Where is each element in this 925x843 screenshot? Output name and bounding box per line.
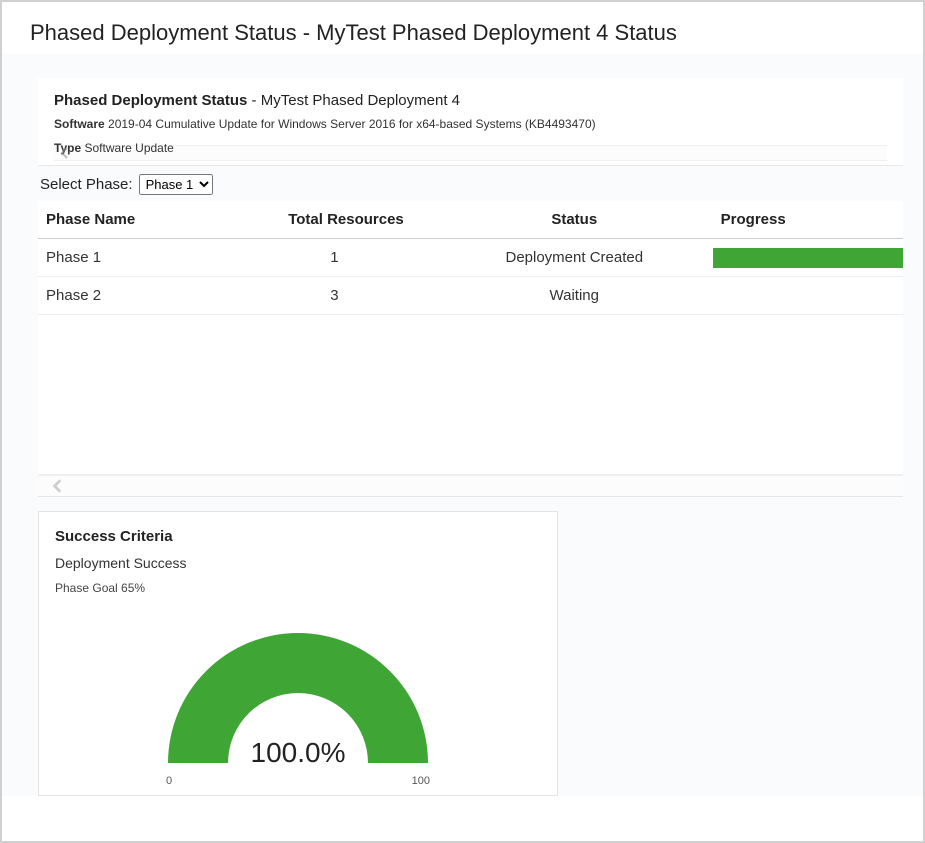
phase-select-row: Select Phase: Phase 1: [38, 166, 903, 201]
chevron-left-icon: [58, 146, 72, 160]
criteria-subtitle: Deployment Success: [55, 555, 541, 571]
panel-title-name: MyTest Phased Deployment 4: [261, 92, 460, 109]
col-header-status[interactable]: Status: [436, 201, 713, 239]
software-value: 2019-04 Cumulative Update for Windows Se…: [108, 117, 596, 131]
col-header-resources[interactable]: Total Resources: [280, 201, 436, 239]
cell-progress: [713, 239, 903, 277]
table-header-row: Phase Name Total Resources Status Progre…: [38, 201, 903, 239]
gauge-min-label: 0: [166, 775, 172, 787]
cell-phase-name: Phase 2: [38, 277, 280, 315]
collapse-bar-2[interactable]: [38, 475, 903, 497]
progress-bar: [713, 248, 903, 268]
panel-title-sep: -: [247, 92, 260, 109]
success-criteria-card: Success Criteria Deployment Success Phas…: [38, 511, 558, 796]
table-row[interactable]: Phase 2 3 Waiting: [38, 277, 903, 315]
software-label: Software: [54, 117, 105, 131]
panel-header: Phased Deployment Status - MyTest Phased…: [38, 78, 903, 166]
app-frame: Phased Deployment Status - MyTest Phased…: [0, 0, 925, 843]
phase-table: Phase Name Total Resources Status Progre…: [38, 201, 903, 315]
col-header-progress[interactable]: Progress: [713, 201, 903, 239]
phase-select[interactable]: Phase 1: [139, 174, 213, 195]
type-value: Software Update: [84, 141, 173, 155]
criteria-goal: Phase Goal 65%: [55, 581, 541, 595]
content-area: Phased Deployment Status - MyTest Phased…: [2, 54, 923, 796]
table-row[interactable]: Phase 1 1 Deployment Created: [38, 239, 903, 277]
collapse-bar-1[interactable]: [54, 145, 887, 161]
table-empty-area: [38, 315, 903, 475]
cell-total-resources: 3: [280, 277, 436, 315]
col-header-name[interactable]: Phase Name: [38, 201, 280, 239]
criteria-title: Success Criteria: [55, 528, 541, 545]
cell-total-resources: 1: [280, 239, 436, 277]
panel-title-prefix: Phased Deployment Status: [54, 92, 247, 109]
gauge-chart: 100.0% 0 100: [55, 613, 541, 787]
gauge-max-label: 100: [412, 775, 430, 787]
cell-status: Deployment Created: [436, 239, 713, 277]
gauge-axis-labels: 0 100: [148, 773, 448, 787]
cell-status: Waiting: [436, 277, 713, 315]
chevron-left-icon: [50, 478, 66, 494]
cell-progress: [713, 277, 903, 315]
phase-select-label: Select Phase:: [40, 176, 133, 193]
software-line: Software 2019-04 Cumulative Update for W…: [54, 117, 887, 131]
page-title: Phased Deployment Status - MyTest Phased…: [2, 2, 923, 54]
gauge-value: 100.0%: [251, 737, 346, 769]
gauge-arc: 100.0%: [148, 613, 448, 773]
panel-header-title: Phased Deployment Status - MyTest Phased…: [54, 92, 887, 109]
cell-phase-name: Phase 1: [38, 239, 280, 277]
